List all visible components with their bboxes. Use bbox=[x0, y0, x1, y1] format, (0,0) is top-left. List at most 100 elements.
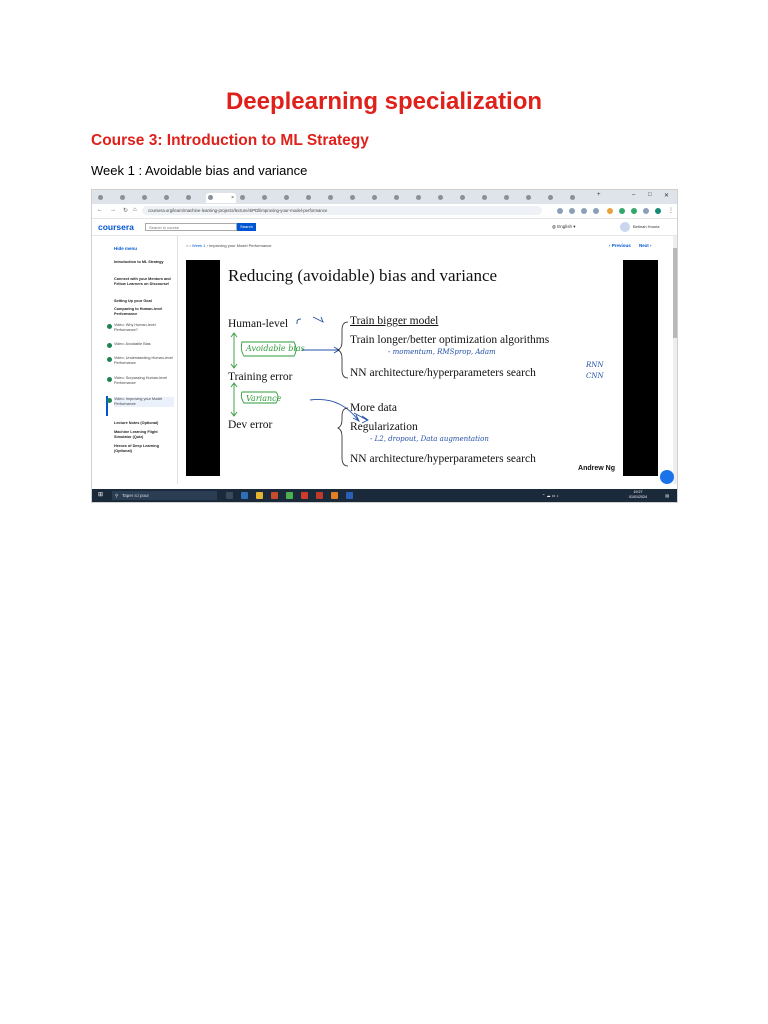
extension-icon[interactable] bbox=[557, 208, 563, 214]
sidebar-item[interactable]: Comparing to Human-level Performance bbox=[114, 307, 174, 317]
browser-menu-icon[interactable]: ⋮ bbox=[668, 207, 674, 214]
breadcrumb: ⌂ › Week 1 › Improving your Model Perfor… bbox=[186, 243, 272, 248]
variance-fix-2: Regularization bbox=[350, 421, 418, 433]
extension-icon[interactable] bbox=[593, 208, 599, 214]
chrome-icon[interactable] bbox=[286, 492, 293, 499]
minimize-icon[interactable]: – bbox=[632, 192, 635, 198]
browser-tab[interactable] bbox=[392, 193, 412, 203]
browser-tab[interactable] bbox=[184, 193, 204, 203]
browser-tab[interactable] bbox=[370, 193, 390, 203]
previous-label: Previous bbox=[611, 243, 631, 248]
check-icon bbox=[107, 398, 112, 403]
reload-icon[interactable]: ↻ bbox=[123, 207, 128, 214]
video-player[interactable]: Reducing (avoidable) bias and variance H… bbox=[186, 260, 658, 476]
previous-button[interactable]: ‹ Previous bbox=[609, 243, 631, 248]
user-name[interactable]: Betinah Houria bbox=[633, 224, 659, 229]
browser-tab[interactable] bbox=[282, 193, 302, 203]
variance-fix-3: NN architecture/hyperparameters search bbox=[350, 453, 536, 465]
extension-icon[interactable] bbox=[631, 208, 637, 214]
browser-tab-active[interactable]: × bbox=[206, 193, 236, 203]
browser-tab[interactable] bbox=[326, 193, 346, 203]
browser-tab[interactable] bbox=[524, 193, 544, 203]
acrobat-icon[interactable] bbox=[316, 492, 323, 499]
week-line: Week 1 : Avoidable bias and variance bbox=[91, 163, 308, 178]
search-icon: ⚲ bbox=[115, 493, 119, 498]
file-explorer-icon[interactable] bbox=[256, 492, 263, 499]
course-search-input[interactable]: Search in course bbox=[145, 223, 237, 231]
sidebar-item-label: Video: Why Human-level Performance? bbox=[114, 323, 156, 332]
new-tab-button[interactable]: + bbox=[597, 192, 601, 198]
chat-button[interactable] bbox=[660, 470, 674, 484]
sidebar-item[interactable]: Connect with your Mentors and Fellow Lea… bbox=[114, 277, 174, 287]
sidebar-item[interactable]: Video: Surpassing Human-level Performanc… bbox=[107, 376, 174, 386]
address-bar: ← → ↻ ⌂ coursera.org/learn/machine-learn… bbox=[92, 204, 677, 219]
extension-icon[interactable] bbox=[643, 208, 649, 214]
browser-tab[interactable] bbox=[96, 193, 116, 203]
avatar[interactable] bbox=[620, 222, 630, 232]
sidebar-item[interactable]: Video: Avoidable Bias bbox=[107, 342, 174, 348]
sidebar-item[interactable]: Lecture Notes (Optional) bbox=[114, 421, 174, 426]
next-button[interactable]: Next › bbox=[639, 243, 652, 248]
tab-close-icon[interactable]: × bbox=[231, 193, 234, 203]
maximize-icon[interactable]: □ bbox=[648, 192, 652, 198]
sidebar-item-label: Video: Understanding Human-level Perform… bbox=[114, 356, 173, 365]
sidebar-item-current[interactable]: Video: Improving your Model Performance bbox=[107, 397, 174, 407]
back-icon[interactable]: ← bbox=[97, 207, 103, 213]
browser-tab[interactable] bbox=[118, 193, 138, 203]
browser-tab[interactable] bbox=[140, 193, 160, 203]
browser-tab[interactable] bbox=[414, 193, 434, 203]
page-scrollbar[interactable] bbox=[673, 236, 677, 484]
hide-menu-button[interactable]: Hide menu bbox=[114, 246, 137, 251]
sidebar-item[interactable]: Video: Why Human-level Performance? bbox=[107, 323, 174, 333]
browser-tab[interactable] bbox=[238, 193, 258, 203]
browser-tab[interactable] bbox=[480, 193, 500, 203]
browser-tab[interactable] bbox=[546, 193, 566, 203]
bias-fix-3: NN architecture/hyperparameters search bbox=[350, 367, 536, 379]
browser-tab[interactable] bbox=[348, 193, 368, 203]
task-view-icon[interactable] bbox=[226, 492, 233, 499]
acrobat-icon[interactable] bbox=[301, 492, 308, 499]
browser-tab[interactable] bbox=[458, 193, 478, 203]
scrollbar-thumb[interactable] bbox=[673, 248, 677, 338]
course-search-button[interactable]: Search bbox=[237, 223, 256, 231]
notification-icon[interactable]: ▤ bbox=[665, 493, 669, 498]
language-selector[interactable]: ◍ English ▾ bbox=[552, 224, 575, 230]
window-close-icon[interactable]: ✕ bbox=[664, 192, 669, 199]
browser-tab[interactable] bbox=[162, 193, 182, 203]
taskbar-search[interactable]: ⚲ Taper ici pour bbox=[112, 491, 217, 500]
profile-icon[interactable] bbox=[655, 208, 661, 214]
browser-tab[interactable] bbox=[568, 193, 588, 203]
check-icon bbox=[107, 377, 112, 382]
sidebar-item[interactable]: Setting Up your Goal bbox=[114, 299, 174, 304]
sidebar-item[interactable]: Video: Understanding Human-level Perform… bbox=[107, 356, 174, 366]
coursera-logo[interactable]: coursera bbox=[98, 222, 134, 232]
sidebar-item[interactable]: Heroes of Deep Learning (Optional) bbox=[114, 444, 174, 454]
home-icon[interactable]: ⌂ bbox=[133, 207, 137, 213]
variance-fix-1: More data bbox=[350, 402, 397, 414]
browser-tab[interactable] bbox=[502, 193, 522, 203]
extension-icon[interactable] bbox=[607, 208, 613, 214]
taskbar-clock[interactable]: 19:27 01/01/2024 bbox=[629, 490, 647, 499]
extension-icon[interactable] bbox=[569, 208, 575, 214]
extension-icon[interactable] bbox=[581, 208, 587, 214]
check-icon bbox=[107, 357, 112, 362]
word-icon[interactable] bbox=[346, 492, 353, 499]
powerpoint-icon[interactable] bbox=[271, 492, 278, 499]
tray-icons[interactable]: ⌃ ☁ ▭ ♪ bbox=[542, 493, 558, 498]
browser-tab[interactable] bbox=[436, 193, 456, 203]
forward-icon[interactable]: → bbox=[110, 207, 116, 213]
browser-tab[interactable] bbox=[304, 193, 324, 203]
home-icon[interactable]: ⌂ bbox=[186, 243, 188, 248]
browser-tab[interactable] bbox=[260, 193, 280, 203]
windows-start-icon[interactable]: ⊞ bbox=[98, 492, 105, 499]
url-field[interactable]: coursera.org/learn/machine-learning-proj… bbox=[142, 206, 542, 215]
sidebar-item[interactable]: Introduction to ML Strategy bbox=[114, 260, 174, 265]
lecture-slide: Reducing (avoidable) bias and variance H… bbox=[220, 260, 623, 476]
taskbar-search-text: Taper ici pour bbox=[122, 493, 150, 498]
sidebar-item[interactable]: Machine Learning Flight Simulator (Quiz) bbox=[114, 430, 174, 440]
extension-icon[interactable] bbox=[619, 208, 625, 214]
app-icon[interactable] bbox=[331, 492, 338, 499]
edge-icon[interactable] bbox=[241, 492, 248, 499]
breadcrumb-week[interactable]: Week 1 bbox=[192, 243, 206, 248]
next-label: Next bbox=[639, 243, 649, 248]
